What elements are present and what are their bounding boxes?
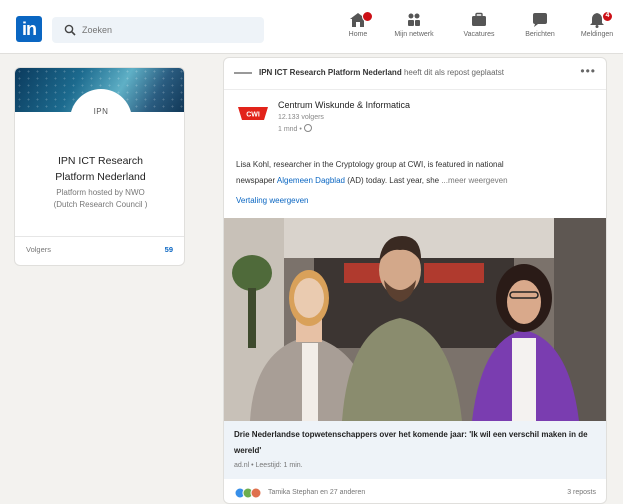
search-icon xyxy=(64,24,76,36)
reactions-count[interactable]: Tamika Stephan en 27 anderen xyxy=(268,489,365,496)
article-title[interactable]: Drie Nederlandse topwetenschappers over … xyxy=(234,427,598,459)
cwi-logo-text: CWI xyxy=(246,112,260,119)
globe-icon xyxy=(303,124,312,132)
newspaper-link[interactable]: Algemeen Dagblad xyxy=(277,176,345,185)
organization-logo-text: IPN xyxy=(93,107,109,116)
linkedin-logo[interactable]: in xyxy=(16,16,42,42)
organization-desc-line2: (Dutch Research Council ) xyxy=(53,200,148,209)
author-followers: 12.133 volgers xyxy=(278,114,324,121)
nav-messaging[interactable]: Berichten xyxy=(514,8,566,50)
search-input[interactable] xyxy=(82,20,252,40)
repost-text: IPN ICT Research Platform Nederland heef… xyxy=(259,68,504,77)
post-time-text: 1 mnd • xyxy=(278,126,302,133)
nav-my-network[interactable]: Mijn netwerk xyxy=(388,8,440,50)
nav-jobs-label: Vacatures xyxy=(463,31,495,38)
notification-dot xyxy=(362,11,373,22)
nav-notifications-label: Meldingen xyxy=(580,31,614,38)
feed-post: IPN ICT Research Platform Nederland heef… xyxy=(223,57,607,504)
organization-name[interactable]: IPN ICT Research Platform Nederland xyxy=(15,153,184,185)
repost-org-link[interactable]: IPN ICT Research Platform Nederland xyxy=(259,68,402,77)
nav-messaging-label: Berichten xyxy=(525,31,555,38)
repost-header: IPN ICT Research Platform Nederland heef… xyxy=(224,58,606,90)
repost-suffix: heeft dit als repost geplaatst xyxy=(401,68,505,77)
post-body: Lisa Kohl, researcher in the Cryptology … xyxy=(236,157,598,189)
nav-home-label: Home xyxy=(348,31,368,38)
messaging-icon xyxy=(533,13,547,27)
post-text-line2-pre: newspaper xyxy=(236,176,277,185)
network-icon xyxy=(408,13,420,26)
post-text-line2: newspaper Algemeen Dagblad (AD) today. L… xyxy=(236,173,598,189)
nav-jobs[interactable]: Vacatures xyxy=(453,8,505,50)
author-name[interactable]: Centrum Wiskunde & Informatica xyxy=(278,100,410,110)
organization-desc-line1: Platform hosted by NWO xyxy=(56,188,145,197)
organization-description: Platform hosted by NWO (Dutch Research C… xyxy=(15,187,184,211)
top-navigation: in Home Mijn netwerk Vacatures Berichten xyxy=(0,0,623,54)
post-time: 1 mnd • xyxy=(278,124,312,133)
article-photo-image xyxy=(224,218,606,421)
jobs-icon xyxy=(472,12,486,26)
nav-notifications[interactable]: 4 Meldingen xyxy=(571,8,623,50)
organization-name-line2: Platform Nederland xyxy=(55,171,146,183)
notification-count-badge: 4 xyxy=(602,11,613,22)
followers-label[interactable]: Volgers xyxy=(26,245,51,254)
reactions-bar: Tamika Stephan en 27 anderen 3 reposts xyxy=(224,481,606,503)
organization-card: IPN IPN ICT Research Platform Nederland … xyxy=(14,67,185,266)
organization-mini-logo xyxy=(234,72,252,74)
followers-count[interactable]: 59 xyxy=(165,245,173,254)
post-options-button[interactable]: ••• xyxy=(580,64,596,78)
post-text-line2-post: (AD) today. Last year, she xyxy=(344,176,440,185)
reposts-count[interactable]: 3 reposts xyxy=(567,489,596,496)
card-divider xyxy=(15,236,184,237)
organization-name-line1: IPN ICT Research xyxy=(58,155,143,167)
reaction-icons[interactable] xyxy=(234,487,264,499)
show-translation-link[interactable]: Vertaling weergeven xyxy=(236,196,309,205)
article-link-preview[interactable]: Drie Nederlandse topwetenschappers over … xyxy=(224,421,606,479)
see-more-link[interactable]: ...meer weergeven xyxy=(441,176,507,185)
nav-my-network-label: Mijn netwerk xyxy=(394,31,434,38)
search-box[interactable] xyxy=(52,17,264,43)
cwi-logo[interactable]: CWI xyxy=(236,103,270,123)
post-text-line1: Lisa Kohl, researcher in the Cryptology … xyxy=(236,160,504,169)
article-meta: ad.nl • Leestijd: 1 min. xyxy=(234,462,303,469)
nav-home[interactable]: Home xyxy=(332,8,384,50)
article-photo[interactable] xyxy=(224,218,606,421)
